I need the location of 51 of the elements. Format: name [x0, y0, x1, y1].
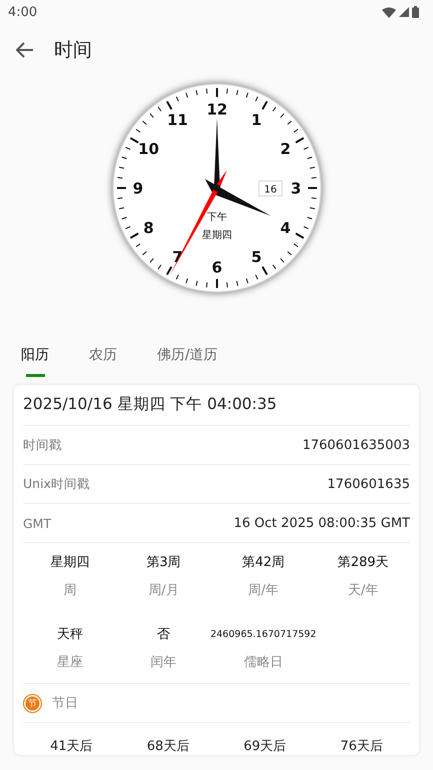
status-time: 4:00: [8, 4, 38, 20]
countdown-text: 68天后: [146, 738, 190, 755]
countdown-text: 76天后: [339, 738, 384, 755]
holiday-title: 节日: [52, 695, 78, 712]
stat-label: 星座: [56, 654, 83, 671]
datetime-text: 2025/10/16 星期四 下午 04:00:35: [23, 385, 410, 426]
date-badge: [258, 180, 282, 196]
countdown-text: 41天后: [49, 738, 94, 755]
page-title: 时间: [54, 38, 92, 63]
stat-value: 星期四: [50, 554, 90, 571]
row-value: 16 Oct 2025 08:00:35 GMT: [234, 516, 410, 530]
stat-value: 2460965.1670717592: [210, 628, 316, 642]
row-value: 1760601635003: [302, 438, 410, 452]
clock-numeral: 3: [290, 180, 301, 198]
holiday-icon: 节: [23, 694, 42, 712]
stat-label: 周/月: [148, 582, 179, 599]
stat-value: 第3周: [146, 554, 181, 571]
clock-numeral: 9: [132, 180, 143, 198]
clock-numeral: 2: [280, 140, 290, 158]
signal-icon: [399, 7, 409, 17]
clock-numeral: 11: [166, 111, 188, 130]
stat-value: 天秤: [56, 626, 83, 643]
clock-numeral: 12: [206, 100, 227, 118]
calendar-tab[interactable]: 农历: [80, 342, 126, 377]
clock-numeral: 10: [138, 140, 159, 158]
clock-numeral: 1: [250, 111, 262, 130]
back-icon[interactable]: [16, 42, 34, 58]
stat-value: 否: [157, 626, 170, 643]
stat-label: 周: [63, 582, 76, 599]
stat-label: 儒略日: [244, 654, 283, 671]
calendar-tab[interactable]: 阳历: [12, 342, 58, 377]
stat-value: 第289天: [338, 554, 389, 571]
stat-label: 天/年: [348, 582, 378, 599]
calendar-tab[interactable]: 佛历/道历: [148, 342, 227, 377]
row-label: 时间戳: [23, 436, 62, 454]
row-label: Unix时间戳: [23, 476, 90, 492]
stat-label: 闰年: [150, 654, 177, 671]
weekday-label: 星期四: [202, 230, 232, 241]
row-value: 1760601635: [327, 476, 410, 492]
clock-numeral: 4: [280, 219, 290, 237]
clock-numeral: 8: [142, 219, 154, 237]
wifi-icon: [382, 6, 396, 18]
stat-value: 第42周: [242, 554, 285, 571]
clock-numeral: 6: [211, 258, 222, 276]
stat-label: 周/年: [248, 582, 279, 599]
date-badge-text: 16: [264, 184, 276, 196]
battery-icon: [412, 6, 419, 18]
countdown-text: 69天后: [242, 738, 288, 755]
clock-numeral: 5: [250, 248, 262, 266]
period-label: 下午: [206, 212, 226, 223]
row-label: GMT: [23, 516, 52, 530]
